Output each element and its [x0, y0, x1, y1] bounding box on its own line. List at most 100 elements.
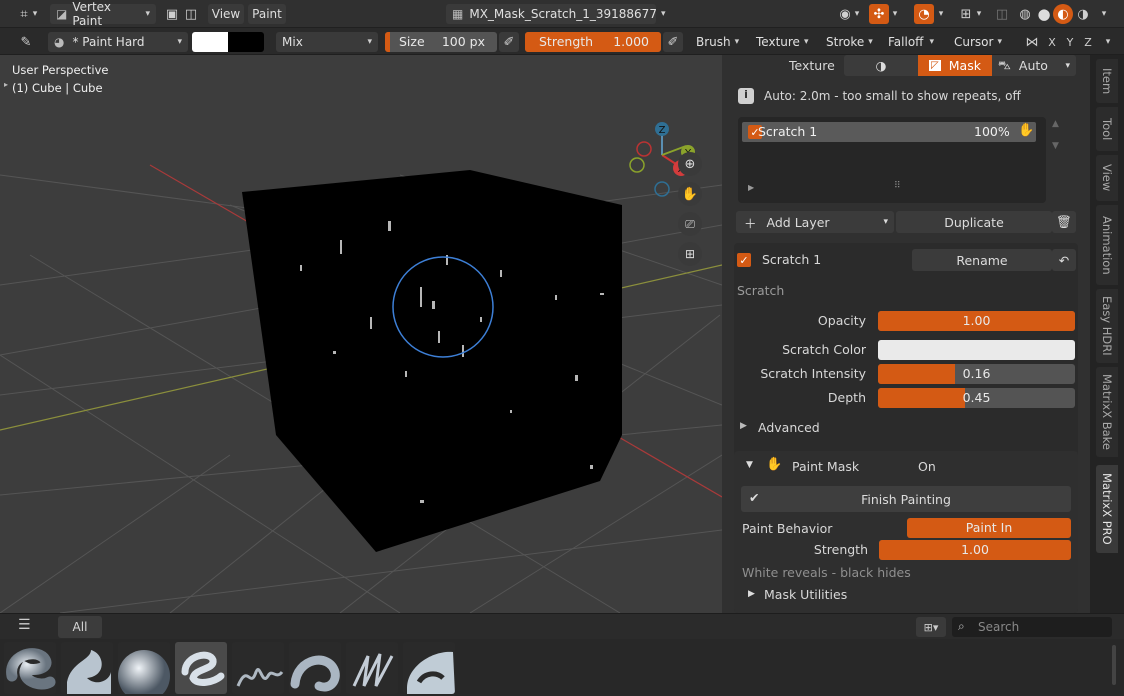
mirror-z-toggle[interactable]: Z [1078, 32, 1098, 52]
strength-field[interactable]: Strength 1.000 [525, 32, 661, 52]
brush-thumb-7[interactable] [346, 642, 398, 694]
layer-row-scratch-1[interactable]: ✓ Scratch 1 100% ✋ [742, 122, 1036, 142]
mask-strength-slider[interactable]: 1.00 [879, 540, 1071, 560]
tab-matrixx-pro[interactable]: MatrixX PRO [1096, 465, 1118, 553]
chevron-down-icon[interactable]: ▾ [30, 4, 40, 24]
wireframe-shading-icon[interactable]: ◍ [1015, 4, 1035, 24]
rendered-shading-icon[interactable]: ◑ [1073, 4, 1093, 24]
mesh-edit-overlay-icon[interactable]: ⊞ [956, 4, 976, 24]
depth-slider[interactable]: 0.45 [878, 388, 1075, 408]
grid-perspective-icon[interactable]: ⊞ [678, 242, 702, 266]
xray-icon[interactable]: ◫ [992, 4, 1012, 24]
symmetry-icon[interactable]: ⋈ [1022, 32, 1042, 52]
pressure-size-icon[interactable]: ✐ [499, 32, 519, 52]
3d-viewport[interactable]: Z X Y User Perspective (1) Cube | Cube ▸… [0, 55, 722, 613]
chevron-down-icon[interactable]: ▾ [974, 4, 984, 24]
active-layer-checkbox[interactable]: ✓ [737, 253, 751, 267]
gizmo-toggle-icon[interactable]: ✣ [869, 4, 889, 24]
gizmo-neg-z[interactable] [654, 181, 670, 197]
pan-hand-icon[interactable]: ✋ [678, 182, 702, 206]
chevron-right-icon[interactable]: ▶ [748, 589, 755, 599]
blend-mode-dropdown[interactable]: Mix ▾ [276, 32, 378, 52]
reset-button[interactable]: ↶ [1052, 249, 1076, 271]
display-mode-dropdown[interactable]: ⊞▾ [916, 617, 946, 637]
mode-dropdown[interactable]: ◪ Vertex Paint ▾ [50, 0, 156, 28]
filter-all-tab[interactable]: All [58, 616, 102, 638]
menu-falloff[interactable]: Falloff ▾ [882, 32, 940, 52]
finish-painting-button[interactable]: ✔ Finish Painting [741, 486, 1071, 512]
size-field[interactable]: Size 100 px [385, 32, 497, 52]
menu-view[interactable]: View [208, 4, 244, 24]
resize-handle-icon[interactable]: ⠿ [894, 181, 901, 191]
mask-vertex-icon[interactable]: ◫ [181, 4, 201, 24]
tab-animation[interactable]: Animation [1096, 205, 1118, 285]
chevron-down-icon[interactable]: ▾ [1098, 32, 1118, 52]
tab-tool[interactable]: Tool [1096, 107, 1118, 151]
mirror-y-toggle[interactable]: Y [1060, 32, 1080, 52]
add-layer-button[interactable]: ＋ Add Layer ▾ [736, 211, 894, 233]
duplicate-button[interactable]: Duplicate [896, 211, 1052, 233]
brush-thumb-3[interactable] [118, 642, 170, 694]
brush-thumb-1[interactable] [4, 642, 56, 694]
chevron-right-icon[interactable]: ▶ [748, 183, 754, 192]
tab-easy-hdri[interactable]: Easy HDRI [1096, 289, 1118, 363]
camera-icon[interactable]: ⎚ [678, 212, 702, 236]
auto-label: Auto [1018, 58, 1048, 73]
menu-paint[interactable]: Paint [248, 4, 286, 24]
chevron-down-icon[interactable]: ▼ [746, 460, 753, 470]
mask-toggle-icon[interactable]: ▣ [162, 4, 182, 24]
vertex-paint-icon: ◪ [56, 7, 68, 21]
brush-thumb-4-selected[interactable] [175, 642, 227, 694]
scratch-color-swatch[interactable] [878, 340, 1075, 360]
tab-animation-label: Animation [1100, 215, 1114, 275]
brush-selector[interactable]: ◕ * Paint Hard ▾ [48, 32, 188, 52]
move-up-icon[interactable]: ▲ [1052, 119, 1059, 129]
mask-mode-button[interactable]: ◸ Mask [918, 55, 992, 76]
tab-item[interactable]: Item [1096, 59, 1118, 103]
brush-paint-icon[interactable]: ✋ [1018, 123, 1034, 138]
gizmo-neg-x[interactable] [636, 141, 652, 157]
auto-dropdown[interactable]: ⛍ Auto ▾ [992, 55, 1076, 76]
chevron-down-icon[interactable]: ▾ [890, 4, 900, 24]
move-down-icon[interactable]: ▼ [1052, 141, 1059, 151]
brush-tool-icon[interactable]: ✎ [16, 32, 36, 52]
chevron-down-icon[interactable]: ▾ [1096, 4, 1112, 24]
material-preview-icon[interactable]: ◐ [1053, 4, 1073, 24]
chevron-right-icon[interactable]: ▶ [740, 421, 747, 431]
shelf-scrollbar[interactable] [1112, 645, 1116, 685]
zoom-icon[interactable]: ⊕ [678, 152, 702, 176]
overlay-toggle-icon[interactable]: ◔ [914, 4, 934, 24]
brush-thumb-8[interactable] [403, 642, 455, 694]
mirror-x-toggle[interactable]: X [1042, 32, 1062, 52]
advanced-toggle[interactable]: Advanced [758, 420, 820, 435]
delete-layer-button[interactable]: 🗑 [1052, 211, 1076, 233]
brush-thumb-6[interactable] [289, 642, 341, 694]
scratch-intensity-slider[interactable]: 0.16 [878, 364, 1075, 384]
pressure-strength-icon[interactable]: ✐ [663, 32, 683, 52]
hamburger-menu-icon[interactable]: ☰ [18, 617, 31, 633]
texture-mode-button[interactable]: ◑ [844, 55, 918, 76]
brush-thumb-2[interactable] [61, 642, 113, 694]
secondary-color-swatch[interactable] [228, 32, 264, 52]
paint-behavior-paint-in[interactable]: Paint In [907, 518, 1071, 538]
menu-texture[interactable]: Texture ▾ [750, 32, 812, 52]
mask-utilities-toggle[interactable]: Mask Utilities [764, 587, 847, 602]
opacity-slider[interactable]: 1.00 [878, 311, 1075, 331]
file-name-dropdown[interactable]: ▦ MX_Mask_Scratch_1_39188677 ▾ [446, 4, 665, 24]
tab-matrixx-bake[interactable]: MatrixX Bake [1096, 367, 1118, 457]
chevron-right-icon[interactable]: ▸ [4, 80, 8, 89]
brush-thumb-5[interactable] [232, 642, 284, 694]
menu-stroke[interactable]: Stroke ▾ [820, 32, 876, 52]
solid-shading-icon[interactable]: ● [1034, 4, 1054, 24]
chevron-down-icon[interactable]: ▾ [936, 4, 946, 24]
chevron-down-icon[interactable]: ▾ [852, 4, 862, 24]
rename-button[interactable]: Rename [912, 249, 1052, 271]
cube-mesh[interactable] [242, 170, 622, 552]
menu-cursor[interactable]: Cursor ▾ [948, 32, 1008, 52]
primary-color-swatch[interactable] [192, 32, 228, 52]
search-input[interactable]: ⌕ Search [952, 617, 1112, 637]
menu-brush[interactable]: Brush ▾ [690, 32, 742, 52]
gizmo-neg-y[interactable] [629, 157, 645, 173]
tab-view[interactable]: View [1096, 155, 1118, 201]
sidebar-tabs: Item Tool View Animation Easy HDRI Matri… [1090, 55, 1124, 613]
